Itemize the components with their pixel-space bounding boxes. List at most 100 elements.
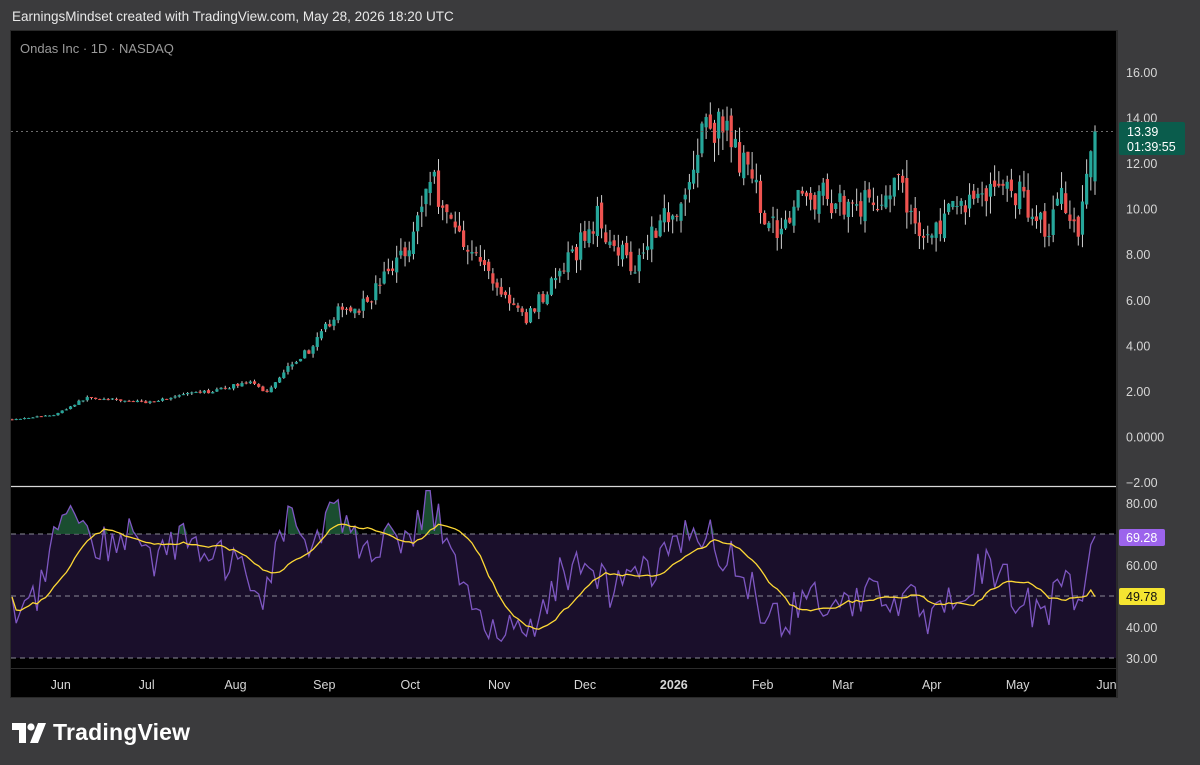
candle-body (340, 306, 344, 310)
rsi-ma-value: 49.78 (1126, 590, 1157, 604)
time-tick-label: Oct (401, 678, 421, 692)
candle-body (152, 401, 156, 403)
candle-body (951, 200, 955, 208)
candle-body (140, 400, 144, 402)
candle-body (850, 202, 855, 204)
candle-body (512, 303, 516, 305)
candle-body (386, 268, 390, 272)
candle-body (884, 195, 888, 208)
candle-body (14, 419, 18, 421)
candle-body (68, 406, 73, 410)
candle-body (658, 220, 662, 237)
candle-body (1076, 216, 1080, 237)
tradingview-logo[interactable]: TradingView (12, 719, 190, 746)
candle-body (938, 220, 942, 235)
candle-body (407, 250, 411, 257)
candle-body (905, 177, 909, 213)
candle-body (265, 390, 269, 392)
candle-body (763, 212, 767, 225)
candle-body (1034, 216, 1039, 221)
candle-body (921, 235, 926, 238)
candle-body (599, 202, 604, 229)
candle-body (846, 201, 850, 217)
candle-body (625, 242, 629, 256)
candle-body (859, 201, 863, 217)
price-tick-label: 0.0000 (1126, 430, 1164, 444)
candle-body (750, 169, 754, 179)
candle-body (984, 188, 988, 202)
candle-body (972, 190, 976, 199)
candle-body (875, 208, 880, 211)
candle-body (591, 231, 595, 234)
candle-body (524, 312, 528, 324)
candle-body (528, 308, 533, 323)
candle-body (1005, 181, 1009, 189)
candle-body (691, 169, 696, 184)
candle-body (1022, 186, 1026, 192)
price-tick-label: 12.00 (1126, 157, 1157, 171)
rsi-ma-badge: 49.78 (1119, 588, 1165, 605)
candle-body (499, 286, 503, 295)
candle-body (73, 404, 77, 407)
candle-body (604, 232, 608, 243)
candle-body (993, 180, 997, 187)
candle-body (374, 283, 378, 301)
candle-body (955, 206, 959, 208)
candle-body (997, 183, 1001, 186)
chart-svg[interactable]: 16.0014.0012.0010.008.006.004.002.000.00… (0, 0, 1200, 765)
candle-body (466, 249, 470, 252)
last-price-badge: 13.39 01:39:55 (1119, 122, 1185, 155)
candle-body (236, 383, 240, 386)
candle-body (721, 116, 725, 133)
candle-body (378, 284, 382, 286)
price-tick-label: 4.00 (1126, 339, 1150, 353)
candle-body (838, 193, 842, 203)
candle-body (298, 358, 303, 362)
candle-body (353, 308, 357, 314)
candle-body (641, 252, 646, 254)
candle-body (683, 194, 687, 200)
candle-body (144, 401, 148, 404)
candle-body (43, 415, 48, 417)
candle-body (708, 114, 712, 129)
candle-body (834, 203, 838, 210)
candle-body (558, 270, 562, 277)
candle-body (587, 229, 591, 243)
candle-body (616, 247, 620, 256)
candle-body (94, 397, 98, 400)
candle-body (583, 231, 587, 241)
candle-body (926, 234, 930, 236)
candle-body (131, 401, 135, 403)
candle-body (273, 382, 278, 388)
candle-body (257, 384, 261, 387)
candle-body (892, 177, 896, 197)
candle-body (817, 191, 821, 214)
time-tick-label: Apr (922, 678, 941, 692)
candle-body (1055, 198, 1059, 206)
rsi-value: 69.28 (1126, 531, 1157, 545)
candle-body (867, 189, 871, 198)
candle-body (160, 398, 165, 401)
candle-body (507, 294, 512, 304)
candle-body (842, 195, 846, 215)
candle-body (177, 395, 181, 397)
candle-body (319, 331, 324, 339)
candle-body (165, 398, 169, 400)
candle-body (332, 319, 336, 326)
candle-body (1072, 219, 1076, 222)
candle-body (290, 364, 294, 367)
price-tick-label: 6.00 (1126, 294, 1150, 308)
candle-body (77, 400, 81, 405)
candle-body (461, 230, 466, 248)
candle-body (792, 206, 796, 226)
candle-body (976, 193, 980, 199)
candle-body (796, 190, 800, 208)
candle-body (56, 412, 60, 416)
candle-body (541, 293, 545, 303)
candle-body (198, 391, 202, 393)
candle-body (181, 394, 186, 396)
time-tick-label: Jun (51, 678, 71, 692)
candle-body (110, 398, 114, 400)
bar-countdown: 01:39:55 (1127, 140, 1176, 154)
candle-body (361, 298, 365, 311)
